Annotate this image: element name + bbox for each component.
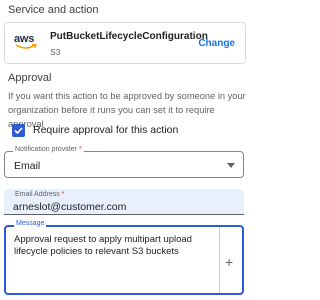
checkmark-icon: [14, 127, 23, 135]
notification-provider-select[interactable]: Notification provider * Email: [4, 146, 244, 178]
aws-logo: aws: [14, 33, 40, 53]
require-approval-label: Require approval for this action: [33, 124, 179, 136]
action-name: PutBucketLifecycleConfiguration: [50, 31, 208, 42]
service-section-title: Service and action: [8, 4, 99, 16]
message-divider: [219, 227, 220, 293]
required-mark: *: [61, 191, 65, 198]
message-label: Message: [14, 220, 47, 227]
message-field[interactable]: Message Approval request to apply multip…: [4, 220, 244, 295]
approval-section-title: Approval: [8, 72, 52, 84]
email-field[interactable]: Email Address * arneslot@customer.com: [4, 189, 244, 215]
service-action-card: aws PutBucketLifecycleConfiguration S3 C…: [4, 22, 246, 64]
require-approval-checkbox[interactable]: [12, 124, 25, 137]
email-label: Email Address *: [15, 191, 65, 198]
plus-icon[interactable]: +: [225, 254, 233, 270]
email-value[interactable]: arneslot@customer.com: [13, 201, 126, 213]
notification-provider-label: Notification provider *: [13, 146, 84, 153]
change-button[interactable]: Change: [198, 38, 235, 49]
message-text[interactable]: Approval request to apply multipart uplo…: [14, 234, 214, 258]
service-name: S3: [50, 47, 61, 57]
required-mark: *: [78, 146, 82, 153]
aws-smile-icon: [15, 44, 37, 49]
notification-provider-value: Email: [14, 160, 41, 172]
dropdown-caret-icon[interactable]: [227, 163, 235, 168]
